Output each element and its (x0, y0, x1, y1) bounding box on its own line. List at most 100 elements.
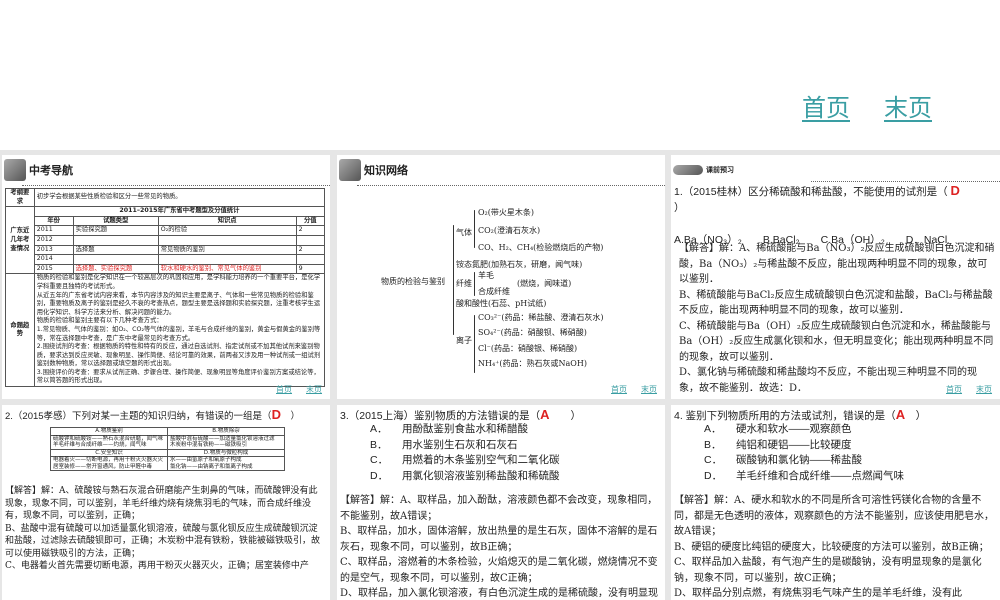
mindmap-branch: 纤维 (456, 279, 472, 288)
slide-header: 课前预习 (673, 157, 734, 183)
cell: 2011 (33, 225, 74, 236)
slide-knowledge-network[interactable]: 知识网络 物质的检验与鉴别 气体 O₂(带火星木条) CO₂(澄清石灰水) CO… (337, 155, 665, 399)
exam-table: 考纲要求 初步学会根据某些性质检验和区分一些常见的物质。 广东近几年考查情况 201… (5, 187, 326, 388)
trend-text: 物质的检验和鉴别是化学知识在一个较高层次的巩固和应用，是学科能力培养的一个重要平… (33, 273, 326, 388)
end-link[interactable]: 末页 (884, 88, 932, 123)
solution-line: 【解答】解：A、取样品，加入酚酞，溶液颜色都不会改变，现象相同，不能鉴别，故A错… (340, 495, 658, 522)
option-text: 硬水和软水——观察颜色 (736, 423, 852, 435)
option-c: C． 用燃着的木条鉴别空气和二氧化碳 (340, 453, 661, 469)
option-a: A． 用酚酞鉴别食盐水和稀醋酸 (340, 422, 661, 438)
home-link[interactable]: 首页 (946, 384, 962, 395)
col-header: 知识点 (157, 215, 297, 227)
magnifier-icon (339, 159, 361, 181)
cell: 选择题、实验探究题 (72, 263, 159, 275)
answer-mark: A (895, 407, 906, 422)
slide-exam-guide[interactable]: 中考导航 考纲要求 初步学会根据某些性质检验和区分一些常见的物质。 广东近几年考查… (2, 155, 330, 399)
cell: 2012 (33, 234, 74, 246)
cell: 软水和硬水的鉴别、常见气体的鉴别 (157, 263, 297, 275)
question-close: ） (674, 201, 685, 214)
option-d: D． 用氯化钡溶液鉴别稀盐酸和稀硫酸 (340, 469, 661, 485)
option-letter: C． (370, 454, 389, 466)
slide-nav: 首页 末页 (946, 384, 992, 395)
slide-title: 课前预习 (706, 165, 734, 174)
options: A． 硬水和软水——观察颜色 B． 纯铝和硬铝——比较硬度 C． 碳酸钠和氯化钠——稀… (674, 422, 996, 484)
slide-preview[interactable]: 课前预习 1.（2015桂林）区分稀硫酸和稀盐酸，不能使用的试剂是（ D） A.… (671, 155, 1000, 399)
knowledge-table: A.物质鉴别 B.物质除杂 硫酸钾和硫酸铵——熟石灰混合研磨，闻气味 羊毛纤维与合成… (50, 427, 285, 471)
req-text: 初步学会根据某些性质检验和区分一些常见的物质。 (33, 187, 326, 208)
end-link[interactable]: 末页 (641, 384, 657, 395)
cell: 常见物质的鉴别 (157, 244, 297, 256)
mindmap-branch: 铵态氮肥(加熟石灰，研磨，闻气味) (456, 260, 583, 269)
answer-mark: D (271, 407, 281, 422)
question-text: 1.（2015桂林）区分稀硫酸和稀盐酸，不能使用的试剂是（ (674, 186, 948, 198)
slide-question-3[interactable]: 3.（2015上海）鉴别物质的方法错误的是（A ） A． 用酚酞鉴别食盐水和稀醋酸… (337, 405, 665, 600)
option-a: A． 硬水和软水——观察颜色 (674, 422, 996, 438)
solution-line: C、取样品加入盐酸，有气泡产生的是碳酸钠，没有明显现象的是氯化钠，现象不同，可以… (674, 557, 982, 584)
table-row: 2011 实验探究题 O₂的检验 2 (6, 225, 326, 236)
cell: 盐酸中混有硫酸——加适量氯化钡溶液过滤 木炭粉中混有铁粉——磁铁吸引 (167, 434, 285, 450)
option-letter: B． (704, 438, 722, 451)
col-header: 年份 (33, 215, 74, 227)
table-row: 2012 (6, 234, 326, 246)
solution: 【解答】解：A、硬水和软水的不同是所含可溶性钙镁化合物的含量不同，都是无色透明的… (674, 493, 996, 600)
solution: 【解答】解：A、取样品，加入酚酞，溶液颜色都不会改变，现象相同，不能鉴别，故A错… (340, 493, 661, 600)
home-link[interactable]: 首页 (276, 384, 292, 395)
table-row: 2015 选择题、实验探究题 软水和硬水的鉴别、常见气体的鉴别 9 (6, 263, 326, 275)
end-link[interactable]: 末页 (976, 384, 992, 395)
mindmap-root: 物质的检验与鉴别 (381, 277, 445, 286)
cell: C.安全知识 (50, 448, 168, 457)
col-header: 分值 (295, 215, 326, 227)
option-b: B． 纯铝和硬铝——比较硬度 (674, 438, 996, 454)
brace (474, 315, 475, 373)
slide-header: 知识网络 (339, 157, 408, 183)
mindmap-leaf: CO₃²⁻(药品：稀盐酸、澄清石灰水) (478, 313, 604, 322)
question: 1.（2015桂林）区分稀硫酸和稀盐酸，不能使用的试剂是（ D ） (674, 183, 996, 216)
slide-nav: 首页 末页 (276, 384, 322, 395)
cell (295, 234, 326, 246)
solution-line: C、稀硫酸能与Ba（OH）₂反应生成硫酸钡白色沉淀和水，稀盐酸能与Ba（OH）₂… (679, 320, 994, 363)
stats-title: 2011–2015年广东省中考题型及分值统计 (33, 206, 326, 217)
cell (72, 234, 159, 246)
cell: A.物质鉴别 (50, 427, 168, 436)
home-link[interactable]: 首页 (611, 384, 627, 395)
req-label: 考纲要求 (5, 187, 35, 208)
mindmap-leaf: 合成纤维 (478, 287, 510, 296)
col-header: 试题类型 (72, 215, 159, 227)
solution-line: B、硬铝的硬度比纯铝的硬度大，比较硬度的方法可以鉴别，故B正确； (674, 541, 989, 553)
cell: 2 (295, 244, 326, 256)
cell: B.物质除杂 (167, 427, 285, 436)
slide-question-4[interactable]: 4. 鉴别下列物质所用的方法或试剂，错误的是（A ） A． 硬水和软水——观察颜色… (671, 405, 1000, 600)
cell-line: 羊毛纤维与合成纤维——灼烧，闻气味 (53, 442, 147, 448)
brace (453, 225, 454, 335)
exam-guide-icon (4, 159, 26, 181)
cell (157, 234, 297, 246)
option-letter: B． (370, 438, 388, 451)
option-text: 羊毛纤维和合成纤维——点燃闻气味 (736, 469, 904, 482)
slide-question-2[interactable]: 2.（2015孝感）下列对某一主题的知识归纳，有错误的一组是（D ） A.物质鉴… (2, 405, 330, 600)
trend-label: 命题趋势 (5, 273, 35, 388)
end-link[interactable]: 末页 (306, 384, 322, 395)
cell: 2015 (33, 263, 74, 275)
question-close: ） (290, 411, 300, 422)
home-link[interactable]: 首页 (802, 88, 850, 123)
solution-line: 【解答】解：A、硬水和软水的不同是所含可溶性钙镁化合物的含量不同，都是无色透明的… (674, 495, 994, 537)
question-text: 3.（2015上海）鉴别物质的方法错误的是（ (340, 410, 541, 422)
mindmap-branch: 酸和酸性(石蕊、pH试纸) (456, 299, 547, 308)
question-close: ） (570, 410, 582, 422)
cell-line: 木炭粉中混有铁粉——磁铁吸引 (170, 442, 248, 448)
question-text: 2.（2015孝感）下列对某一主题的知识归纳，有错误的一组是（ (5, 411, 272, 422)
table-row: 2013 选择题 常见物质的鉴别 2 (6, 244, 326, 256)
option-d: D． 羊毛纤维和合成纤维——点燃闻气味 (674, 469, 996, 485)
question-close: ） (915, 410, 927, 422)
slide-nav: 首页 末页 (611, 384, 657, 395)
solution-line: 【解答】解：A、稀硫酸能与Ba（NO₃）₂反应生成硫酸钡白色沉淀和硝酸，Ba（N… (679, 243, 995, 285)
option-text: 用燃着的木条鉴别空气和二氧化碳 (402, 454, 560, 466)
options: A． 用酚酞鉴别食盐水和稀醋酸 B． 用水鉴别生石灰和石灰石 C． 用燃着的木条鉴别空… (340, 422, 661, 484)
cell: 9 (295, 263, 326, 275)
cell: D.物质与微粒构成 (167, 448, 285, 457)
cell-line: 氯化钠——由钠离子和氯离子构成 (170, 463, 253, 470)
cell: 水——由氢原子和氧原子构成 氯化钠——由钠离子和氯离子构成 (167, 456, 285, 471)
mindmap-branch: 离子 (456, 336, 472, 345)
cell: 选择题 (72, 244, 159, 256)
mindmap-leaf: CO₂(澄清石灰水) (478, 226, 541, 235)
